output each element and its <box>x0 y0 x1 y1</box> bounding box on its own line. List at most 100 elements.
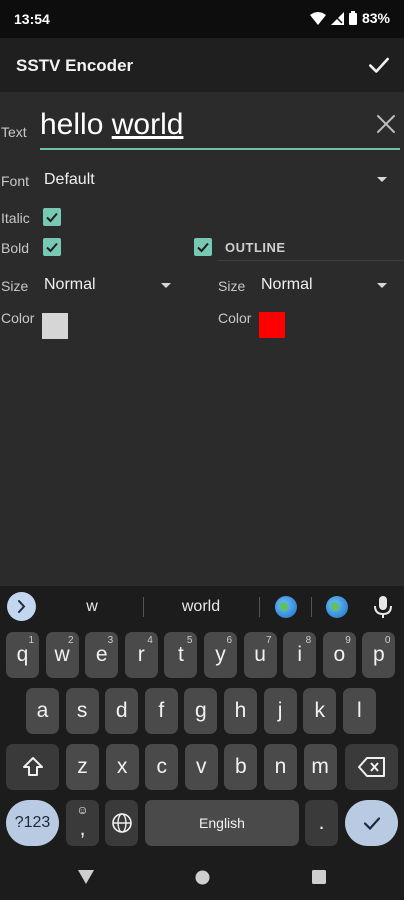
key-label: k <box>314 699 325 722</box>
key-f[interactable]: f <box>144 688 178 734</box>
key-hint: 4 <box>147 635 153 646</box>
key-g[interactable]: g <box>184 688 218 734</box>
home-nav-icon[interactable] <box>195 870 210 885</box>
italic-checkbox[interactable] <box>43 208 61 226</box>
backspace-key[interactable] <box>345 744 398 790</box>
text-word-1: hello <box>40 108 104 141</box>
key-label: o <box>333 643 346 666</box>
key-label: i <box>297 643 303 666</box>
key-r[interactable]: r4 <box>124 632 158 678</box>
italic-label: Italic <box>1 210 30 226</box>
enter-key[interactable] <box>345 800 398 846</box>
key-b[interactable]: b <box>224 744 258 790</box>
key-label: q <box>16 643 29 666</box>
key-q[interactable]: q1 <box>6 632 39 678</box>
key-n[interactable]: n <box>264 744 297 790</box>
key-label: w <box>54 643 70 666</box>
checkmark-icon <box>46 212 58 223</box>
key-d[interactable]: d <box>105 688 139 734</box>
key-label: t <box>177 643 184 666</box>
app-title: SSTV Encoder <box>16 56 134 75</box>
key-p[interactable]: p0 <box>362 632 396 678</box>
battery-icon <box>348 11 357 25</box>
key-hint: 7 <box>266 635 272 646</box>
color-swatch[interactable] <box>42 313 68 339</box>
key-hint: 9 <box>345 635 351 646</box>
space-key[interactable]: English <box>145 800 299 846</box>
recents-nav-icon[interactable] <box>312 870 326 884</box>
key-label: l <box>356 699 362 722</box>
outline-color-swatch[interactable] <box>259 312 285 338</box>
microphone-icon[interactable] <box>373 595 393 619</box>
key-label: p <box>373 643 385 666</box>
key-hint: 3 <box>107 635 114 646</box>
clear-text-icon[interactable] <box>372 110 400 138</box>
key-hint: 2 <box>68 635 74 646</box>
font-label: Font <box>1 173 30 189</box>
font-select[interactable]: Default <box>44 171 95 189</box>
emoji-comma-key[interactable]: ☺ , <box>66 800 99 846</box>
key-j[interactable]: j <box>263 688 297 734</box>
suggestion-divider <box>311 597 312 617</box>
outline-size-select[interactable]: Normal <box>261 276 313 294</box>
key-label: r <box>137 643 145 666</box>
key-c[interactable]: c <box>145 744 179 790</box>
outline-size-dropdown-icon[interactable] <box>377 283 387 288</box>
key-label: y <box>215 643 226 666</box>
size-dropdown-icon[interactable] <box>161 283 171 288</box>
status-bar: 13:54 83% <box>0 0 404 38</box>
check-icon[interactable] <box>366 52 392 78</box>
key-e[interactable]: e3 <box>85 632 119 678</box>
key-s[interactable]: s <box>65 688 99 734</box>
color-label: Color <box>1 310 35 326</box>
key-u[interactable]: u7 <box>243 632 277 678</box>
check-icon <box>363 817 380 831</box>
key-z[interactable]: z <box>66 744 99 790</box>
key-x[interactable]: x <box>105 744 139 790</box>
suggestion-2[interactable]: world <box>160 598 242 616</box>
key-label: x <box>116 755 128 778</box>
shift-key[interactable] <box>6 744 59 790</box>
key-label: f <box>158 699 165 722</box>
wifi-icon <box>309 11 326 25</box>
key-i[interactable]: i8 <box>283 632 317 678</box>
key-v[interactable]: v <box>184 744 218 790</box>
key-label: n <box>274 755 287 778</box>
language-key[interactable] <box>105 800 138 846</box>
back-nav-icon[interactable] <box>77 869 95 885</box>
text-input[interactable]: hello world <box>40 108 183 142</box>
outline-size-label: Size <box>218 278 246 294</box>
globe-emoji-suggestion-2[interactable] <box>326 596 348 618</box>
size-label: Size <box>1 278 29 294</box>
checkmark-icon <box>197 242 209 253</box>
key-l[interactable]: l <box>342 688 376 734</box>
key-w[interactable]: w2 <box>45 632 79 678</box>
outline-divider <box>218 260 404 261</box>
key-label: d <box>115 699 128 722</box>
comma-label: , <box>79 817 86 840</box>
key-m[interactable]: m <box>303 744 337 790</box>
key-y[interactable]: y6 <box>204 632 237 678</box>
battery-percent: 83% <box>361 10 390 26</box>
chevron-right-icon <box>18 600 26 613</box>
symbols-key[interactable]: ?123 <box>6 800 59 846</box>
key-hint: 6 <box>226 635 232 646</box>
key-t[interactable]: t5 <box>164 632 198 678</box>
font-dropdown-icon[interactable] <box>377 177 387 182</box>
key-o[interactable]: o9 <box>322 632 356 678</box>
key-hint: 1 <box>28 635 34 646</box>
bold-checkbox[interactable] <box>43 238 61 256</box>
key-label: g <box>195 699 207 722</box>
key-a[interactable]: a <box>26 688 59 734</box>
outline-checkbox[interactable] <box>194 238 212 256</box>
key-k[interactable]: k <box>303 688 337 734</box>
key-label: a <box>36 699 49 722</box>
key-label: u <box>254 643 266 666</box>
globe-emoji-suggestion[interactable] <box>275 596 297 618</box>
size-select[interactable]: Normal <box>44 276 96 294</box>
suggestion-1[interactable]: w <box>70 598 114 616</box>
key-h[interactable]: h <box>224 688 257 734</box>
status-icons: 83% <box>309 10 390 26</box>
period-key[interactable]: . <box>305 800 338 846</box>
expand-toolbar-button[interactable] <box>7 592 36 621</box>
